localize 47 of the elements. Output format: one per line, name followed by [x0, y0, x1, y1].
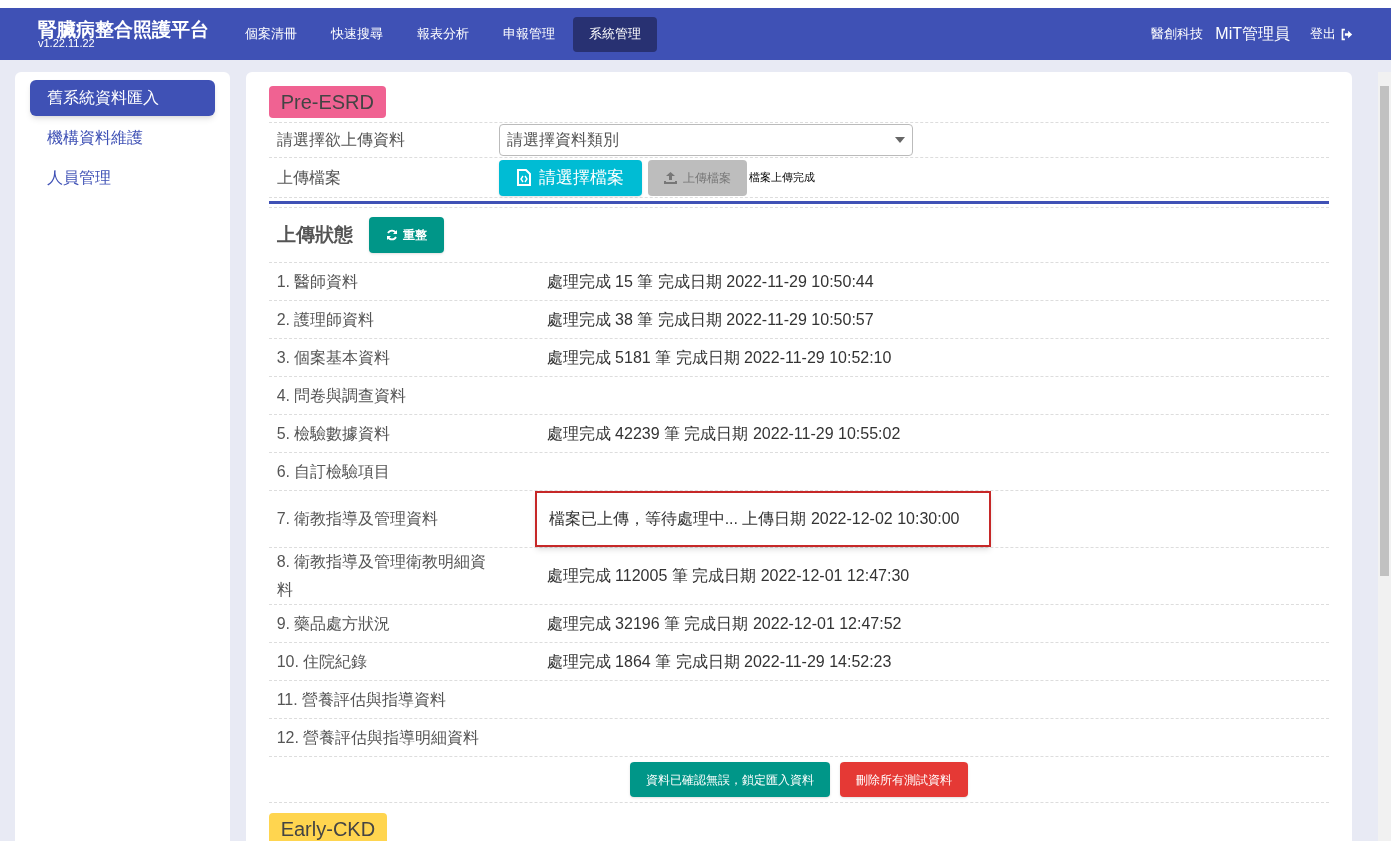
status-text: 處理完成 15 筆 完成日期 2022-11-29 10:50:44 [546, 271, 874, 292]
status-title: 上傳狀態 [275, 222, 353, 247]
data-type-label: 3. 個案基本資料 [275, 347, 392, 368]
status-text: 處理完成 112005 筆 完成日期 2022-12-01 12:47:30 [546, 566, 910, 586]
data-type-label: 9. 藥品處方狀況 [275, 613, 392, 634]
confirm-lock-button[interactable]: 資料已確認無誤，鎖定匯入資料 [629, 762, 830, 797]
data-type-label: 8. 衛教指導及管理衛教明細資料 [275, 552, 488, 600]
caret-icon [894, 137, 905, 143]
data-type-label: 12. 營養評估與指導明細資料 [275, 727, 481, 748]
upload-message: 檔案上傳完成 [748, 170, 815, 186]
file-code-icon [516, 169, 531, 186]
status-text: 處理完成 38 筆 完成日期 2022-11-29 10:50:57 [546, 309, 874, 330]
refresh-button[interactable]: 重整 [368, 217, 444, 253]
nav-tab[interactable]: 系統管理 [573, 16, 657, 52]
status-text: 處理完成 5181 筆 完成日期 2022-11-29 10:52:10 [546, 347, 892, 368]
status-text: 處理完成 1864 筆 完成日期 2022-11-29 14:52:23 [546, 651, 892, 672]
status-text: 處理完成 42239 筆 完成日期 2022-11-29 10:55:02 [546, 423, 901, 444]
delete-test-data-button[interactable]: 刪除所有測試資料 [839, 762, 968, 797]
status-text: 檔案已上傳，等待處理中... 上傳日期 2022-12-02 10:30:00 [548, 509, 960, 529]
data-type-label: 10. 住院紀錄 [275, 651, 369, 672]
user-name: MiT管理員 [1215, 24, 1290, 44]
nav-tab[interactable]: 快速搜尋 [315, 16, 399, 52]
section-tag: Early-CKD [268, 813, 388, 841]
nav-tab[interactable]: 申報管理 [487, 16, 571, 52]
field-label: 上傳檔案 [275, 167, 342, 188]
section-tag: Pre-ESRD [268, 86, 386, 118]
status-text: 處理完成 32196 筆 完成日期 2022-12-01 12:47:52 [546, 613, 902, 634]
field-label: 請選擇欲上傳資料 [275, 130, 406, 150]
nav-tab[interactable]: 報表分析 [401, 16, 485, 52]
data-type-label: 5. 檢驗數據資料 [275, 423, 392, 444]
logout-icon [1340, 27, 1353, 41]
app-title: 腎臟病整合照護平台 [38, 19, 209, 39]
sidebar-item[interactable]: 人員管理 [30, 160, 215, 196]
nav-tab[interactable]: 個案清冊 [229, 16, 313, 52]
data-type-label: 11. 營養評估與指導資料 [275, 689, 448, 710]
category-dropdown[interactable]: 請選擇資料類別 [498, 124, 913, 156]
sidebar-item[interactable]: 舊系統資料匯入 [30, 80, 215, 116]
logout-button[interactable]: 登出 [1310, 24, 1353, 44]
upload-icon [663, 171, 677, 184]
data-type-label: 4. 問卷與調查資料 [275, 385, 408, 406]
data-type-label: 2. 護理師資料 [275, 309, 376, 330]
data-type-label: 7. 衛教指導及管理資料 [275, 509, 440, 529]
data-type-label: 1. 醫師資料 [275, 271, 360, 292]
data-type-label: 6. 自訂檢驗項目 [275, 461, 392, 482]
company-label: 醫創科技 [1151, 25, 1204, 44]
refresh-icon [385, 229, 398, 241]
sidebar-item[interactable]: 機構資料維護 [30, 120, 215, 156]
